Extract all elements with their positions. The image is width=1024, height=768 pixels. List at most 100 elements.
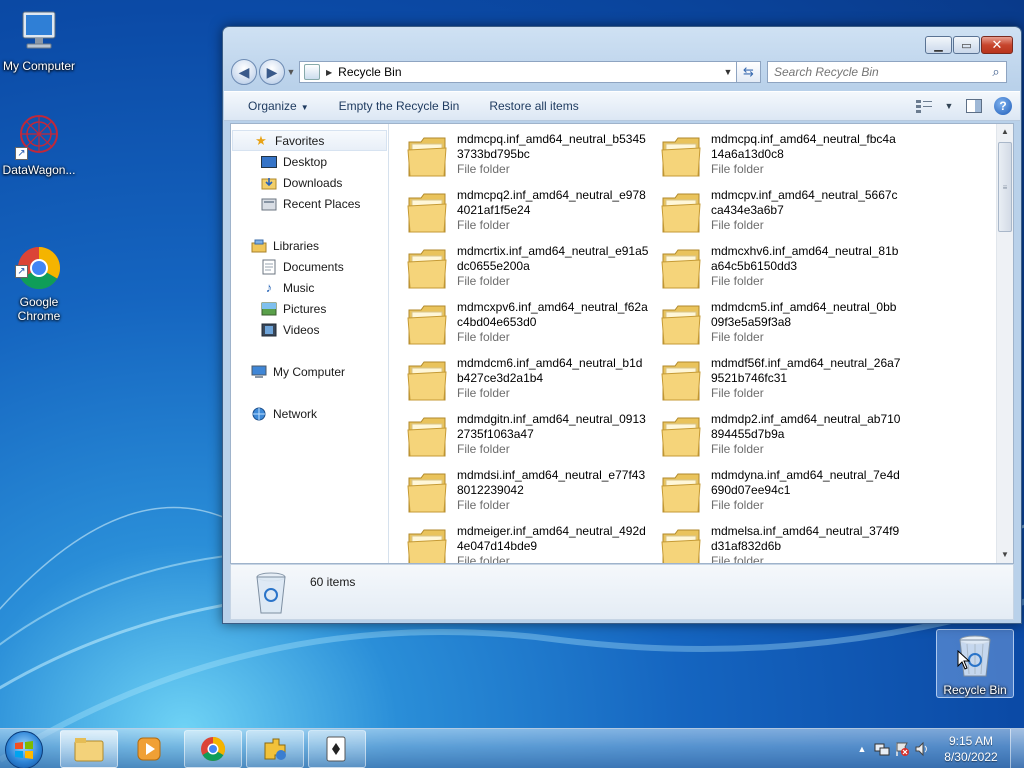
file-name: mdmdf56f.inf_amd64_neutral_26a7 9521b746…	[711, 356, 901, 385]
file-type: File folder	[711, 386, 764, 400]
network-tray-icon[interactable]	[872, 739, 892, 759]
file-item[interactable]: mdmcxpv6.inf_amd64_neutral_f62a c4bd04e6…	[389, 298, 648, 354]
file-name: mdmcpq.inf_amd64_neutral_b5345 3733bd795…	[457, 132, 646, 161]
nav-recent-places[interactable]: Recent Places	[231, 193, 388, 214]
organize-button[interactable]: Organize ▼	[248, 99, 309, 113]
refresh-button[interactable]: ⇆	[737, 61, 761, 83]
desktop-icon-recycle-bin[interactable]: Recycle Bin	[936, 629, 1014, 698]
search-input[interactable]	[774, 65, 986, 79]
file-item[interactable]: mdmdgitn.inf_amd64_neutral_0913 2735f106…	[389, 410, 646, 466]
file-type: File folder	[711, 330, 764, 344]
file-name: mdmcpv.inf_amd64_neutral_5667c ca434e3a6…	[711, 188, 898, 217]
folder-icon	[407, 246, 447, 290]
file-item[interactable]: mdmcpq.inf_amd64_neutral_fbc4a 14a6a13d0…	[643, 130, 896, 186]
recent-pages-dropdown[interactable]: ▼	[285, 67, 297, 77]
nav-videos[interactable]: Videos	[231, 319, 388, 340]
nav-libraries[interactable]: Libraries	[231, 235, 388, 256]
desktop-icon-google-chrome[interactable]: ↗ Google Chrome	[0, 216, 78, 337]
show-desktop-button[interactable]	[1010, 729, 1024, 768]
taskbar-games-button[interactable]	[246, 730, 304, 768]
explorer-window[interactable]: ▁ ▭ ✕ ◀ ▶ ▼ ▶ Recycle Bin ▼ ⇆ ⌕ Organize…	[222, 26, 1022, 624]
address-bar[interactable]: ▶ Recycle Bin ▼	[299, 61, 737, 83]
nav-music[interactable]: ♪ Music	[231, 277, 388, 298]
change-view-button[interactable]	[914, 96, 934, 116]
file-item[interactable]: mdmelsa.inf_amd64_neutral_374f9 d31af832…	[643, 522, 899, 563]
preview-pane-button[interactable]	[964, 96, 984, 116]
scrollbar-thumb[interactable]: ≡	[998, 142, 1012, 232]
chevron-down-icon: ▼	[723, 67, 733, 77]
playing-card-icon	[326, 736, 346, 762]
show-hidden-icons-chevron-icon[interactable]: ▲	[852, 739, 872, 759]
taskbar-chrome-button[interactable]	[184, 730, 242, 768]
desktop-icon-my-computer[interactable]: My Computer	[0, 8, 78, 73]
folder-icon	[74, 738, 104, 762]
desktop-icon-datawagon[interactable]: ↗ DataWagon...	[0, 112, 78, 177]
navigation-pane: ★ Favorites Desktop Downloads Recent Pla…	[231, 124, 389, 563]
taskbar: ▲ 9:15 AM 8/30/2022	[0, 728, 1024, 768]
star-icon: ★	[255, 132, 267, 148]
file-item[interactable]: mdmdyna.inf_amd64_neutral_7e4d 690d07ee9…	[643, 466, 900, 522]
taskbar-media-player-button[interactable]	[120, 730, 178, 768]
file-item[interactable]: mdmcpq2.inf_amd64_neutral_e978 4021af1f5…	[389, 186, 646, 242]
minimize-button[interactable]: ▁	[925, 36, 952, 54]
back-button[interactable]: ◀	[231, 59, 257, 85]
file-item[interactable]: mdmdcm5.inf_amd64_neutral_0bb 09f3e5a59f…	[643, 298, 896, 354]
toolbar-right-controls: ▼ ?	[914, 96, 1012, 116]
file-type: File folder	[711, 442, 764, 456]
maximize-icon: ▭	[961, 39, 972, 52]
computer-icon	[251, 364, 267, 380]
file-item[interactable]: mdmcxhv6.inf_amd64_neutral_81b a64c5b615…	[643, 242, 898, 298]
help-button[interactable]: ?	[994, 97, 1012, 115]
search-box[interactable]: ⌕	[767, 61, 1007, 83]
file-item[interactable]: mdmdsi.inf_amd64_neutral_e77f43 80122390…	[389, 466, 645, 522]
desktop-icon-label: DataWagon...	[2, 163, 76, 177]
file-item[interactable]: mdmcpv.inf_amd64_neutral_5667c ca434e3a6…	[643, 186, 898, 242]
network-icon	[251, 406, 267, 422]
file-item[interactable]: mdmdp2.inf_amd64_neutral_ab710 894455d7b…	[643, 410, 900, 466]
breadcrumb-arrow-icon[interactable]: ▶	[326, 68, 332, 77]
vertical-scrollbar[interactable]: ▲ ≡ ▼	[996, 124, 1013, 563]
view-options-icon	[916, 100, 932, 113]
clock[interactable]: 9:15 AM 8/30/2022	[932, 733, 1010, 765]
help-icon: ?	[999, 99, 1007, 113]
nav-label: Documents	[283, 259, 344, 274]
file-item[interactable]: mdmdcm6.inf_amd64_neutral_b1d b427ce3d2a…	[389, 354, 642, 410]
nav-pictures[interactable]: Pictures	[231, 298, 388, 319]
search-icon[interactable]: ⌕	[986, 64, 1006, 80]
recent-places-icon	[261, 196, 277, 212]
breadcrumb-recycle-bin[interactable]: Recycle Bin	[338, 65, 720, 79]
desktop-icon-label: My Computer	[2, 59, 76, 73]
file-name: mdmeiger.inf_amd64_neutral_492d 4e047d14…	[457, 524, 646, 553]
scroll-up-arrow-icon[interactable]: ▲	[997, 124, 1013, 140]
maximize-button[interactable]: ▭	[953, 36, 980, 54]
close-button[interactable]: ✕	[981, 36, 1013, 54]
taskbar-solitaire-button[interactable]	[308, 730, 366, 768]
nav-desktop[interactable]: Desktop	[231, 151, 388, 172]
system-tray: ▲ 9:15 AM 8/30/2022	[852, 729, 1024, 768]
nav-downloads[interactable]: Downloads	[231, 172, 388, 193]
restore-all-items-button[interactable]: Restore all items	[489, 99, 578, 113]
folder-icon	[407, 414, 447, 458]
nav-my-computer[interactable]: My Computer	[231, 361, 388, 382]
scroll-down-arrow-icon[interactable]: ▼	[997, 547, 1013, 563]
nav-network[interactable]: Network	[231, 403, 388, 424]
file-item[interactable]: mdmcpq.inf_amd64_neutral_b5345 3733bd795…	[389, 130, 646, 186]
action-center-flag-icon[interactable]	[892, 739, 912, 759]
file-item[interactable]: mdmdf56f.inf_amd64_neutral_26a7 9521b746…	[643, 354, 900, 410]
nav-favorites[interactable]: ★ Favorites	[232, 130, 387, 151]
folder-icon	[407, 134, 447, 178]
file-item[interactable]: mdmcrtix.inf_amd64_neutral_e91a5 dc0655e…	[389, 242, 648, 298]
folder-icon	[661, 190, 701, 234]
file-item[interactable]: mdmeiger.inf_amd64_neutral_492d 4e047d14…	[389, 522, 646, 563]
address-dropdown[interactable]: ▼	[720, 67, 736, 77]
view-dropdown[interactable]: ▼	[944, 96, 954, 116]
start-button[interactable]	[5, 731, 43, 768]
folder-icon	[661, 134, 701, 178]
empty-recycle-bin-button[interactable]: Empty the Recycle Bin	[339, 99, 460, 113]
volume-icon[interactable]	[912, 739, 932, 759]
nav-documents[interactable]: Documents	[231, 256, 388, 277]
forward-button[interactable]: ▶	[259, 59, 285, 85]
file-name: mdmdsi.inf_amd64_neutral_e77f43 80122390…	[457, 468, 646, 497]
taskbar-explorer-button[interactable]	[60, 730, 118, 768]
nav-label: Pictures	[283, 301, 327, 316]
